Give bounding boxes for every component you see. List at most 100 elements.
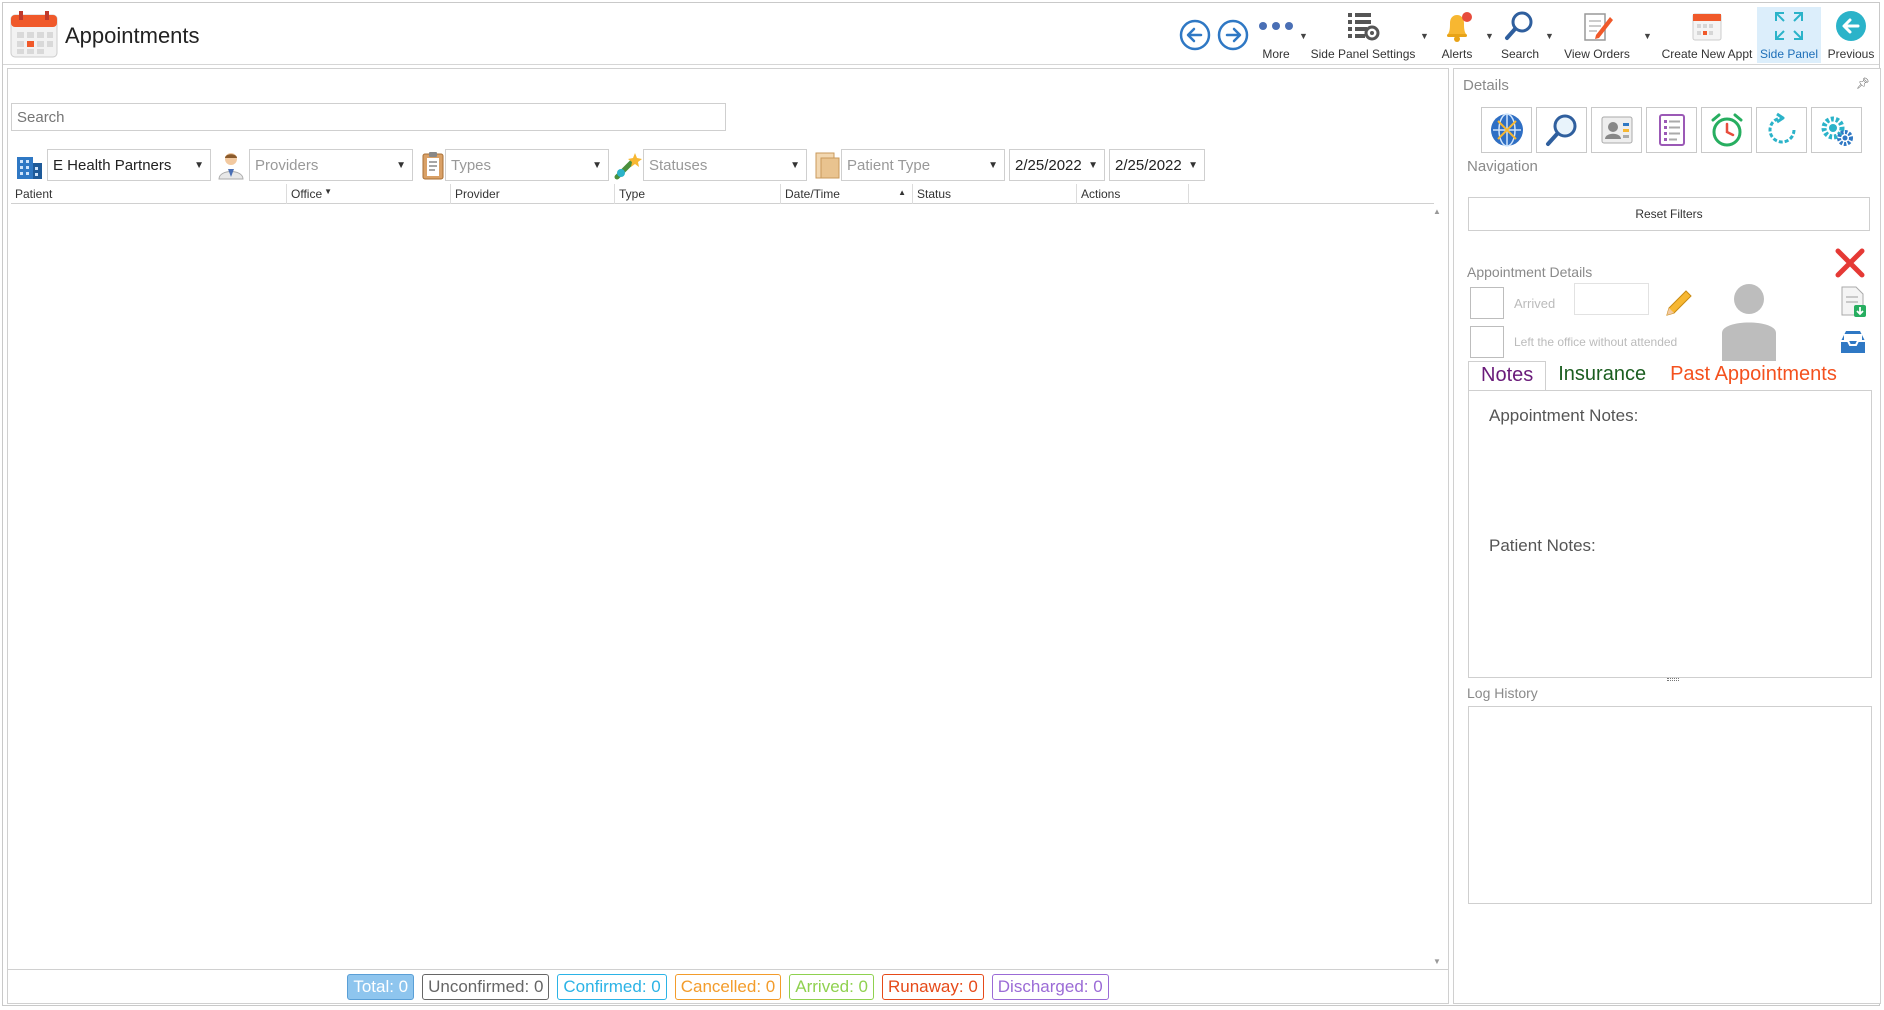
patient-type-folder-icon <box>815 152 840 179</box>
providers-placeholder: Providers <box>255 157 319 174</box>
details-tool-button[interactable] <box>1756 107 1807 153</box>
view-orders-caret[interactable]: ▼ <box>1643 31 1652 41</box>
orders-pencil-icon <box>1584 13 1613 41</box>
checklist-icon <box>1658 114 1685 146</box>
filter-row: E Health Partners ▼ Providers ▼ Types ▼ … <box>11 147 1447 183</box>
more-button[interactable]: More <box>1253 7 1299 63</box>
unconfirmed-badge[interactable]: Unconfirmed: 0 <box>422 973 550 1000</box>
column-header-datetime[interactable]: Date/Time ▲ <box>781 184 913 204</box>
search-input[interactable] <box>11 103 726 131</box>
status-summary-bar: Total: 0 Unconfirmed: 0 Confirmed: 0 Can… <box>8 969 1448 1003</box>
create-new-appt-button[interactable]: Create New Appt <box>1659 7 1755 63</box>
scroll-down-icon[interactable]: ▼ <box>1433 957 1441 966</box>
side-panel-settings-caret[interactable]: ▼ <box>1420 31 1429 41</box>
more-dots-icon <box>1259 22 1293 30</box>
date-to-value: 2/25/2022 <box>1115 157 1182 174</box>
scroll-up-icon[interactable]: ▲ <box>1433 207 1441 216</box>
details-tool-button[interactable] <box>1591 107 1642 153</box>
patient-type-select[interactable]: Patient Type ▼ <box>841 149 1005 181</box>
side-panel-button[interactable]: Side Panel <box>1757 7 1821 63</box>
confirmed-badge[interactable]: Confirmed: 0 <box>557 973 667 1000</box>
appointments-panel: E Health Partners ▼ Providers ▼ Types ▼ … <box>7 68 1449 1004</box>
details-tool-button[interactable] <box>1646 107 1697 153</box>
date-to-picker[interactable]: 2/25/2022 ▼ <box>1109 149 1205 181</box>
status-wand-icon <box>614 153 642 180</box>
providers-select[interactable]: Providers ▼ <box>249 149 413 181</box>
arrived-badge[interactable]: Arrived: 0 <box>789 973 874 1000</box>
search-caret[interactable]: ▼ <box>1545 31 1554 41</box>
column-label: Provider <box>455 187 500 201</box>
back-arrow-icon[interactable] <box>1179 19 1211 51</box>
column-label: Date/Time <box>785 187 840 201</box>
navigation-label: Navigation <box>1467 158 1538 175</box>
date-from-picker[interactable]: 2/25/2022 ▼ <box>1009 149 1105 181</box>
notes-tab-panel: Appointment Notes: Patient Notes: <box>1468 390 1872 681</box>
document-download-icon[interactable] <box>1838 285 1868 319</box>
office-building-icon <box>17 157 42 179</box>
tab-past-appointments[interactable]: Past Appointments <box>1658 361 1849 391</box>
previous-button[interactable]: Previous <box>1825 7 1877 63</box>
reset-filters-button[interactable]: Reset Filters <box>1468 197 1870 231</box>
types-select[interactable]: Types ▼ <box>445 149 609 181</box>
view-orders-button[interactable]: View Orders <box>1559 7 1635 63</box>
side-panel-settings-label: Side Panel Settings <box>1310 47 1416 61</box>
runaway-badge[interactable]: Runaway: 0 <box>882 973 984 1000</box>
splitter-grip[interactable] <box>1667 678 1679 681</box>
arrived-checkbox[interactable] <box>1470 287 1504 319</box>
discharged-badge[interactable]: Discharged: 0 <box>991 973 1109 1000</box>
details-tool-button[interactable] <box>1811 107 1862 153</box>
edit-pencil-icon[interactable] <box>1661 287 1695 321</box>
gears-icon <box>1821 116 1853 146</box>
column-header-patient[interactable]: Patient <box>11 184 287 204</box>
more-dropdown-caret[interactable]: ▼ <box>1299 31 1308 41</box>
grid-vertical-scrollbar[interactable]: ▲ ▼ <box>1430 205 1445 968</box>
view-orders-label: View Orders <box>1564 47 1630 61</box>
cancelled-badge[interactable]: Cancelled: 0 <box>674 973 782 1000</box>
details-tool-button[interactable] <box>1536 107 1587 153</box>
inbox-tray-icon[interactable] <box>1838 327 1868 357</box>
alerts-caret[interactable]: ▼ <box>1485 31 1494 41</box>
left-office-checkbox[interactable] <box>1470 326 1504 358</box>
column-label: Actions <box>1081 187 1121 201</box>
appointments-grid-body[interactable] <box>11 205 1434 968</box>
alerts-button[interactable]: Alerts <box>1435 7 1479 63</box>
statuses-select[interactable]: Statuses ▼ <box>643 149 807 181</box>
globe-network-icon <box>1490 113 1523 147</box>
column-label: Office <box>291 187 323 201</box>
details-tool-button[interactable] <box>1481 107 1532 153</box>
search-button[interactable]: Search <box>1497 7 1543 63</box>
column-header-actions[interactable]: Actions <box>1077 184 1189 204</box>
left-office-label: Left the office without attended <box>1514 335 1678 349</box>
column-header-type[interactable]: Type <box>615 184 781 204</box>
details-icon-row <box>1481 107 1862 153</box>
pin-icon[interactable]: 📌︎ <box>1856 77 1870 90</box>
previous-arrow-icon <box>1836 11 1866 41</box>
total-badge[interactable]: Total: 0 <box>347 973 415 1000</box>
details-tool-button[interactable] <box>1701 107 1752 153</box>
log-history-box[interactable] <box>1468 706 1872 904</box>
chevron-down-icon: ▼ <box>1088 160 1098 171</box>
app-window: Appointments More ▼ Side Panel Settings … <box>2 2 1881 1006</box>
appointment-details-label: Appointment Details <box>1467 264 1593 280</box>
details-tabs: Notes Insurance Past Appointments <box>1468 361 1849 391</box>
chevron-down-icon: ▼ <box>194 160 204 171</box>
magnifier-icon <box>1545 114 1576 146</box>
side-panel-settings-button[interactable]: Side Panel Settings <box>1311 7 1415 63</box>
arrived-time-field[interactable] <box>1574 283 1649 315</box>
tab-insurance[interactable]: Insurance <box>1546 361 1658 391</box>
column-header-status[interactable]: Status <box>913 184 1077 204</box>
title-bar: Appointments More ▼ Side Panel Settings … <box>3 3 1879 65</box>
column-header-provider[interactable]: Provider <box>451 184 615 204</box>
close-red-x-icon[interactable] <box>1834 247 1866 279</box>
chevron-down-icon: ▼ <box>988 160 998 171</box>
filter-funnel-icon[interactable]: ▼ <box>324 187 332 196</box>
contact-card-icon <box>1601 116 1632 144</box>
column-label: Type <box>619 187 646 201</box>
chevron-down-icon: ▼ <box>1188 160 1198 171</box>
magnifier-icon <box>1505 11 1533 40</box>
forward-arrow-icon[interactable] <box>1217 19 1249 51</box>
column-header-office[interactable]: Office ▼ <box>287 184 451 204</box>
office-select[interactable]: E Health Partners ▼ <box>47 149 211 181</box>
patient-avatar <box>1722 284 1776 361</box>
tab-notes[interactable]: Notes <box>1468 361 1547 391</box>
